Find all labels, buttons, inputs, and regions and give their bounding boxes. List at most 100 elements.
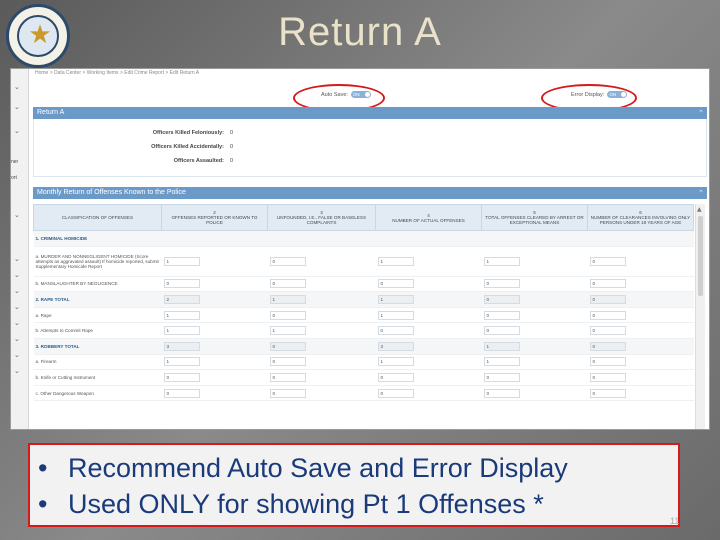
offense-count-input[interactable]: 0 xyxy=(589,326,626,336)
offense-cell: 0 xyxy=(587,307,694,324)
offense-label: a. Rape xyxy=(33,307,162,324)
offense-count-input[interactable]: 2 xyxy=(163,294,200,304)
offense-cell: 0 xyxy=(161,276,268,293)
offense-count-input[interactable]: 0 xyxy=(589,388,626,398)
offense-count-input[interactable]: 0 xyxy=(589,256,626,266)
offense-count-input[interactable]: 0 xyxy=(269,357,306,367)
offense-count-input[interactable]: 1 xyxy=(269,294,306,304)
offense-count-input[interactable]: 0 xyxy=(377,326,414,336)
scroll-thumb[interactable] xyxy=(698,216,703,296)
chevron-down-icon[interactable]: ⌄ xyxy=(14,271,20,279)
chevron-down-icon[interactable]: ⌄ xyxy=(14,255,20,263)
offense-cell: 0 xyxy=(375,385,482,402)
chevron-down-icon[interactable]: ⌄ xyxy=(14,127,20,135)
offense-cell: 0 xyxy=(587,369,694,386)
slide-title: Return A xyxy=(278,10,442,54)
chevron-up-icon[interactable]: ⌃ xyxy=(698,187,704,199)
offense-count-input[interactable]: 0 xyxy=(269,256,306,266)
offense-count-input[interactable]: 0 xyxy=(269,372,306,382)
column-header: 3 UNFOUNDED, I.E., FALSE OR BASELESS COMP… xyxy=(267,204,376,231)
offense-cell: 0 xyxy=(375,322,482,339)
officers-assaulted-value: 0 xyxy=(230,158,234,164)
scroll-up-icon[interactable]: ▲ xyxy=(697,206,702,213)
offense-cell: 0 xyxy=(375,369,482,386)
chevron-down-icon[interactable]: ⌄ xyxy=(14,287,20,295)
return-a-panel-body: Officers Killed Feloniously: 0 Officers … xyxy=(33,119,707,177)
offense-count-input[interactable]: 0 xyxy=(269,341,306,351)
chevron-down-icon[interactable]: ⌄ xyxy=(14,83,20,91)
offense-count-input[interactable]: 0 xyxy=(377,372,414,382)
chevron-down-icon[interactable]: ⌄ xyxy=(14,335,20,343)
offense-count-input[interactable]: 1 xyxy=(163,256,200,266)
table-row: b. Knife or Cutting Instrument 0 0 0 0 0 xyxy=(33,369,694,386)
offense-count-input[interactable]: 1 xyxy=(377,357,414,367)
monthly-return-panel-header[interactable]: Monthly Return of Offenses Known to the … xyxy=(33,187,707,199)
offense-count-input[interactable]: 0 xyxy=(483,372,520,382)
offense-label: a. Firearm xyxy=(33,354,162,371)
offense-label: a. MURDER AND NONNEGLIGENT HOMICIDE (Sco… xyxy=(33,246,162,277)
table-row: 1. CRIMINAL HOMICIDE xyxy=(33,230,694,247)
offense-count-input[interactable]: 1 xyxy=(377,256,414,266)
offense-cell: 3 xyxy=(161,338,268,355)
chevron-down-icon[interactable]: ⌄ xyxy=(14,351,20,359)
offense-cell: 0 xyxy=(481,322,588,339)
offense-cell: 1 xyxy=(161,322,268,339)
table-row: 3. ROBBERY TOTAL 3 0 3 1 0 xyxy=(33,338,694,355)
chevron-up-icon[interactable]: ⌃ xyxy=(698,107,704,119)
offense-count-input[interactable]: 0 xyxy=(269,388,306,398)
offense-count-input[interactable]: 0 xyxy=(377,388,414,398)
offense-count-input[interactable]: 0 xyxy=(163,372,200,382)
offense-label: b. Attempts to Commit Rape xyxy=(33,322,162,339)
offense-cell: 0 xyxy=(267,385,376,402)
offense-label: c. Other Dangerous Weapon xyxy=(33,385,162,402)
offense-count-input[interactable]: 1 xyxy=(163,310,200,320)
offense-count-input[interactable]: 0 xyxy=(483,279,520,289)
offense-count-input[interactable]: 3 xyxy=(163,341,200,351)
offense-cell: 0 xyxy=(267,338,376,355)
offense-count-input[interactable]: 0 xyxy=(483,294,520,304)
rail-label: ort xyxy=(11,175,17,181)
offense-cell: 0 xyxy=(481,276,588,293)
chevron-down-icon[interactable]: ⌄ xyxy=(14,367,20,375)
offense-count-input[interactable]: 0 xyxy=(589,279,626,289)
offense-count-input[interactable]: 0 xyxy=(163,388,200,398)
chevron-down-icon[interactable]: ⌄ xyxy=(14,211,20,219)
chevron-down-icon[interactable]: ⌄ xyxy=(14,103,20,111)
offense-cell: 0 xyxy=(161,385,268,402)
offense-cell: 0 xyxy=(267,354,376,371)
return-a-panel-header[interactable]: Return A ⌃ xyxy=(33,107,707,119)
breadcrumb[interactable]: Home > Data Center > Working Items > Edi… xyxy=(31,69,707,79)
offense-count-input[interactable]: 0 xyxy=(483,326,520,336)
offense-count-input[interactable]: 0 xyxy=(589,310,626,320)
officers-killed-feloniously-value: 0 xyxy=(230,130,234,136)
table-row: a. Firearm 1 0 1 1 0 xyxy=(33,354,694,371)
offense-count-input[interactable]: 0 xyxy=(589,341,626,351)
offense-cell: 0 xyxy=(481,307,588,324)
offense-count-input[interactable]: 1 xyxy=(483,341,520,351)
bullet-text: Used ONLY for showing Pt 1 Offenses * xyxy=(68,489,544,519)
offense-count-input[interactable]: 0 xyxy=(483,310,520,320)
offense-count-input[interactable]: 1 xyxy=(269,326,306,336)
offense-count-input[interactable]: 0 xyxy=(269,310,306,320)
offense-cell: 1 xyxy=(267,291,376,308)
offense-cell: 0 xyxy=(481,385,588,402)
offense-count-input[interactable]: 0 xyxy=(377,279,414,289)
offense-count-input[interactable]: 1 xyxy=(377,310,414,320)
offense-count-input[interactable]: 0 xyxy=(163,279,200,289)
table-row: b. MANSLAUGHTER BY NEGLIGENCE 0 0 0 0 0 xyxy=(33,276,694,293)
offense-count-input[interactable]: 1 xyxy=(163,326,200,336)
chevron-down-icon[interactable]: ⌄ xyxy=(14,319,20,327)
offense-count-input[interactable]: 1 xyxy=(377,294,414,304)
offense-count-input[interactable]: 0 xyxy=(589,357,626,367)
offense-count-input[interactable]: 1 xyxy=(483,256,520,266)
offense-count-input[interactable]: 1 xyxy=(483,357,520,367)
table-scrollbar[interactable]: ▲ xyxy=(695,204,705,429)
offense-count-input[interactable]: 0 xyxy=(589,294,626,304)
chevron-down-icon[interactable]: ⌄ xyxy=(14,303,20,311)
offense-count-input[interactable]: 1 xyxy=(163,357,200,367)
offense-count-input[interactable]: 3 xyxy=(377,341,414,351)
offense-count-input[interactable]: 0 xyxy=(589,372,626,382)
offense-count-input[interactable]: 0 xyxy=(269,279,306,289)
offense-cell xyxy=(481,230,588,247)
offense-count-input[interactable]: 0 xyxy=(483,388,520,398)
